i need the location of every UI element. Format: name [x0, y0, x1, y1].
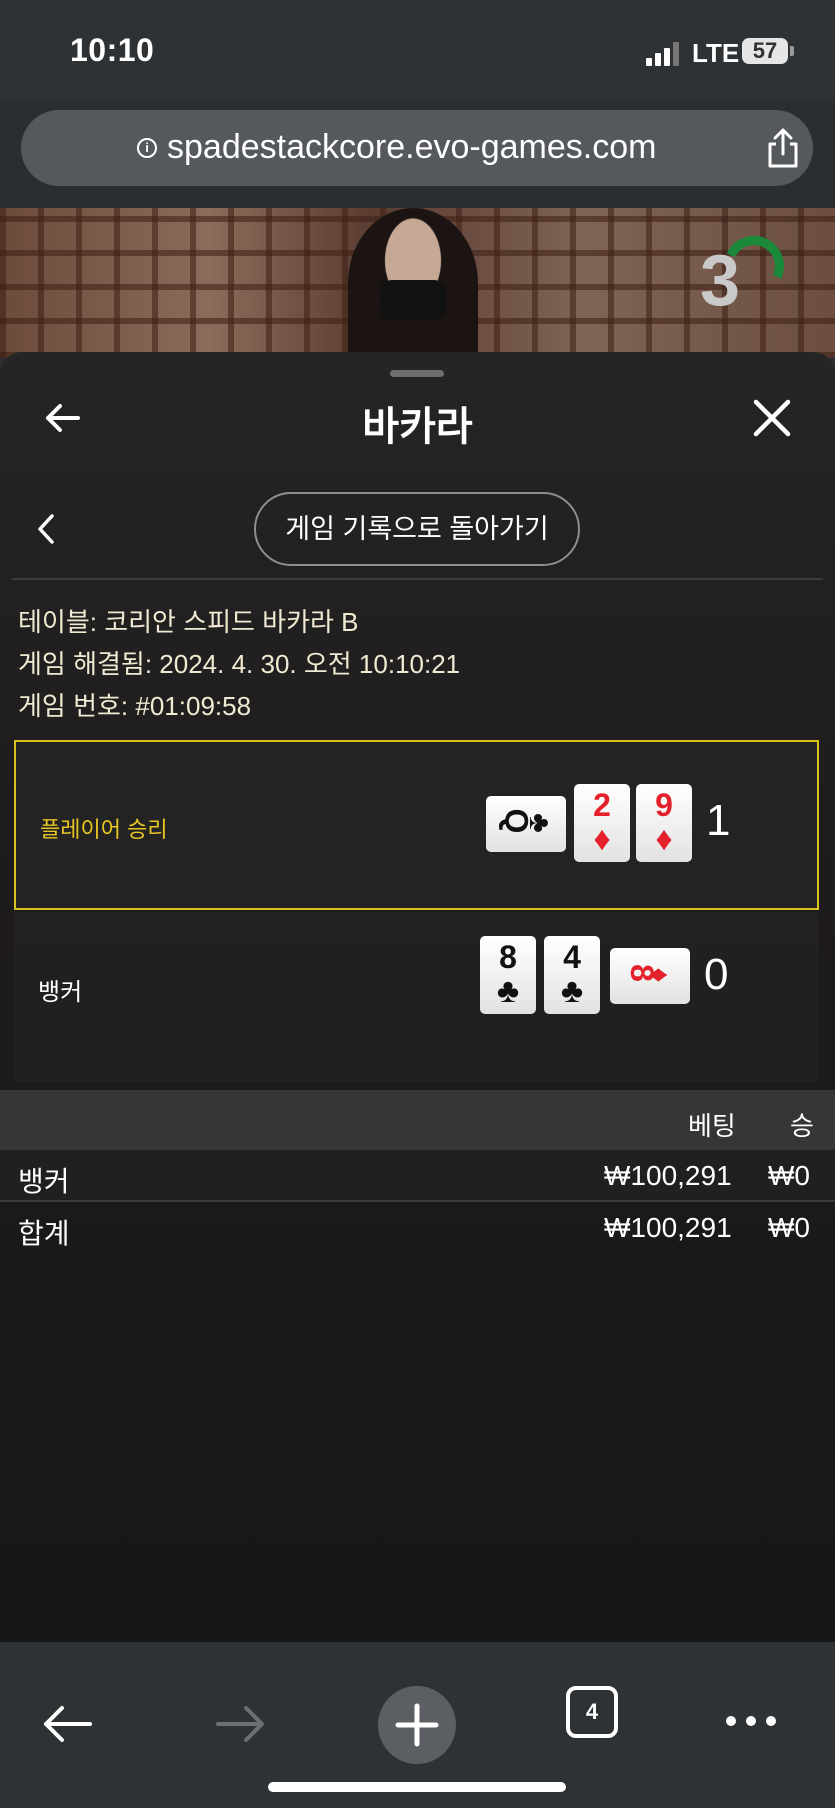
divider [12, 578, 823, 580]
playing-card: 8 ♣ [480, 936, 536, 1014]
back-to-history-button[interactable]: 게임 기록으로 돌아가기 [254, 492, 580, 566]
more-icon[interactable] [724, 1714, 778, 1728]
card-suit: ♦ [655, 820, 673, 858]
player-result-label: 플레이어 승리 [40, 817, 168, 842]
game-number-info: 게임 번호: #01:09:58 [18, 686, 251, 723]
player-score: 1 [706, 796, 731, 845]
signal-icon [646, 42, 682, 66]
playing-card: 4 ♣ [544, 936, 600, 1014]
address-bar[interactable]: i spadestackcore.evo-games.com [21, 110, 813, 186]
chevron-left-icon[interactable] [34, 512, 58, 546]
resolved-info: 게임 해결됨: 2024. 4. 30. 오전 10:10:21 [18, 644, 460, 681]
live-video: 3 [0, 208, 835, 358]
sheet-grabber[interactable] [390, 370, 444, 377]
dealer-mask [380, 280, 446, 320]
banker-result-label: 뱅커 [38, 979, 83, 1006]
playing-card: 9 ♦ [636, 784, 692, 862]
playing-card: 8♦ [610, 948, 690, 1004]
card-rank: 4 [563, 939, 581, 975]
game-number-value: #01:09:58 [135, 691, 252, 721]
share-icon[interactable] [761, 126, 805, 170]
card-rank: 2 [593, 787, 611, 823]
network-type: LTE [692, 38, 740, 68]
resolved-label: 게임 해결됨: [18, 649, 153, 679]
card-suit: ♣ [496, 972, 520, 1010]
banker-score: 0 [704, 950, 729, 999]
browser-toolbar: 4 [0, 1642, 835, 1808]
resolved-value: 2024. 4. 30. 오전 10:10:21 [159, 649, 461, 679]
info-icon[interactable]: i [137, 138, 157, 158]
game-history-sheet: 바카라 게임 기록으로 돌아가기 테이블: 코리안 스피드 바카라 B 게임 해… [0, 352, 835, 1642]
win-amount: ₩0 [768, 1212, 810, 1243]
clock: 10:10 [70, 32, 155, 68]
url-text[interactable]: spadestackcore.evo-games.com [167, 128, 656, 167]
sheet-title: 바카라 [362, 405, 473, 449]
card-suit: ♦ [642, 967, 676, 983]
card-suit: ♦ [593, 820, 611, 858]
win-column-header: 승 [790, 1111, 814, 1141]
table-value: 코리안 스피드 바카라 B [104, 607, 359, 637]
table-info: 테이블: 코리안 스피드 바카라 B [18, 602, 359, 639]
win-amount: ₩0 [768, 1160, 810, 1191]
plus-icon [395, 1703, 439, 1747]
table-row: 합계 ₩100,291 ₩0 [0, 1202, 835, 1254]
player-result-row: 플레이어 승리 Q♣ 2 ♦ 9 ♦ 1 [14, 740, 819, 910]
battery-icon: 57 [742, 38, 794, 64]
table-row: 뱅커 ₩100,291 ₩0 [0, 1150, 835, 1202]
playing-card: Q♣ [486, 796, 566, 852]
bet-name: 뱅커 [18, 1166, 70, 1197]
forward-icon[interactable] [214, 1702, 268, 1746]
close-icon[interactable] [752, 398, 792, 438]
new-tab-button[interactable] [378, 1686, 456, 1764]
status-bar: 10:10 LTE 57 [0, 0, 835, 100]
table-label: 테이블: [18, 607, 97, 637]
card-rank: 8 [499, 939, 517, 975]
bet-amount: ₩100,291 [604, 1212, 732, 1243]
countdown-timer: 3 [700, 241, 741, 321]
game-number-label: 게임 번호: [18, 691, 129, 721]
bets-table-header: 베팅 승 [0, 1090, 835, 1150]
banker-result-row: 뱅커 8 ♣ 4 ♣ 8♦ 0 [14, 912, 819, 1082]
home-indicator[interactable] [268, 1782, 566, 1792]
bet-column-header: 베팅 [688, 1111, 736, 1141]
bet-name: 합계 [18, 1218, 70, 1249]
card-rank: 9 [655, 787, 673, 823]
playing-card: 2 ♦ [574, 784, 630, 862]
back-icon[interactable] [40, 1702, 94, 1746]
tabs-button[interactable]: 4 [566, 1686, 618, 1738]
card-suit: ♣ [560, 972, 584, 1010]
bet-amount: ₩100,291 [604, 1160, 732, 1191]
card-suit: ♣ [522, 813, 556, 833]
